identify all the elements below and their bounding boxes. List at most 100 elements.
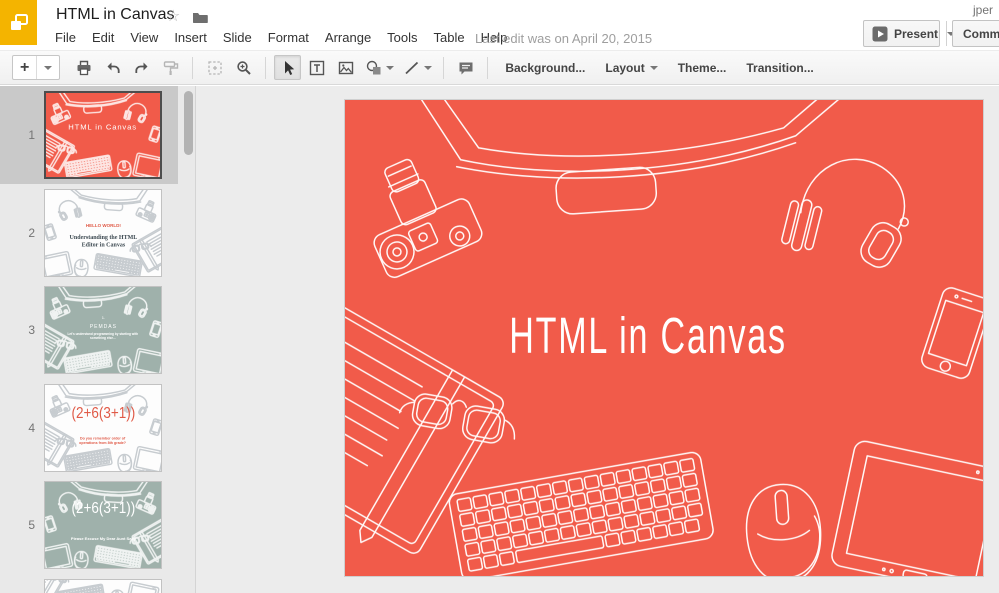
redo-icon [135,62,148,73]
slide-thumbnail-row-2[interactable]: 2 HELLO WORLD! Understanding the HTML Ed… [0,184,178,282]
menu-item-tools[interactable]: Tools [379,28,425,48]
slides-logo[interactable] [0,0,37,45]
print-icon [77,60,91,75]
select-tool-button[interactable] [274,55,302,80]
present-button-group: Present [863,20,956,47]
new-slide-button[interactable]: + [13,56,36,79]
comments-label: Comments [963,26,999,41]
slide-title[interactable]: HTML in Canvas [509,308,787,364]
text-box-button[interactable] [303,55,330,80]
menu-item-arrange[interactable]: Arrange [317,28,379,48]
comments-button[interactable]: Comments [952,20,999,47]
transition-button[interactable]: Transition... [736,55,823,80]
cursor-arrow-icon [284,60,295,75]
undo-icon [107,62,120,73]
chevron-down-icon [423,65,432,70]
print-button[interactable] [70,55,97,80]
desk-line-art [45,482,161,568]
slide-6-thumbnail[interactable] [44,579,162,593]
theme-label: Theme... [677,60,727,75]
chevron-down-icon [385,65,394,70]
paint-roller-icon [163,60,179,75]
shape-icon [366,60,381,74]
thumb-heading: (2+6(3+1)) [71,404,135,423]
present-label: Present [894,26,939,41]
toolbar-separator [265,56,267,79]
slides-logo-glyph [10,13,28,30]
menu-item-insert[interactable]: Insert [166,28,215,48]
slide-thumbnail-row-6[interactable]: 6 [0,574,178,593]
slide-filmstrip: 1 HTML in Canvas 2 HELLO WORLD! Understa… [0,86,196,593]
menu-item-slide[interactable]: Slide [215,28,260,48]
slide-number: 1 [28,128,35,142]
toolbar-separator [443,56,445,79]
chevron-down-icon [649,65,658,70]
slide-number: 2 [28,226,35,240]
new-slide-button-group: + [12,55,61,80]
thumb-title: HTML in Canvas [68,123,138,132]
slide-artwork: HTML in Canvas [345,100,983,576]
folder-icon[interactable] [192,11,208,24]
slide-number: 4 [28,421,35,435]
insert-image-button[interactable] [332,55,359,80]
document-title[interactable]: HTML in Canvas [56,6,175,24]
menu-item-edit[interactable]: Edit [84,28,122,48]
background-label: Background... [505,60,586,75]
slide-thumbnail-row-5[interactable]: 5 (2+6(3+1)) Please Excuse My Dear Aunt … [0,476,178,574]
slide-5-thumbnail[interactable]: (2+6(3+1)) Please Excuse My Dear Aunt Sa… [44,481,162,569]
zoom-button[interactable] [230,55,257,80]
menu-item-format[interactable]: Format [260,28,317,48]
menu-item-view[interactable]: View [122,28,166,48]
slide-1-thumbnail[interactable]: HTML in Canvas [44,91,162,179]
desk-line-art [45,580,160,593]
transition-label: Transition... [746,60,814,75]
slide-thumbnail-row-3[interactable]: 3 1. PEMDAS Let's understand programming… [0,281,178,379]
slide-canvas-area: HTML in Canvas [197,86,999,593]
comment-icon [459,62,473,74]
thumb-heading: (2+6(3+1)) [71,499,135,518]
last-edit-status[interactable]: Last edit was on April 20, 2015 [475,31,652,46]
slide-editor-canvas[interactable]: HTML in Canvas [344,99,984,577]
thumb-body: Please Excuse My Dear Aunt Sally [70,536,136,541]
insert-shape-button[interactable] [361,55,397,80]
redo-button[interactable] [128,55,155,80]
star-icon[interactable]: ☆ [166,6,180,26]
toolbar-separator [192,56,194,79]
line-icon [405,61,418,74]
zoom-fit-icon [208,60,222,75]
undo-button[interactable] [99,55,126,80]
image-icon [338,61,354,74]
layout-button[interactable]: Layout [595,55,667,80]
insert-line-button[interactable] [399,55,435,80]
magnifier-icon [237,60,251,75]
edit-toolbar: + Background... Layout Theme... Transiti… [0,50,999,85]
slide-4-thumbnail[interactable]: (2+6(3+1)) Do you remember order of oper… [44,384,162,472]
menu-item-table[interactable]: Table [426,28,473,48]
plus-icon: + [20,58,30,76]
toolbar-separator [487,56,489,79]
google-slides-window: HTML in Canvas ☆ File Edit View Insert Slide… [0,0,999,593]
new-slide-dropdown[interactable] [36,56,59,79]
filmstrip-scrollbar[interactable] [184,91,193,155]
desk-line-art [45,385,161,471]
present-button[interactable]: Present [864,21,946,46]
thumb-body: Let's understand programming by starting… [67,332,139,340]
zoom-fit-button[interactable] [201,55,228,80]
slide-thumbnail-row-4[interactable]: 4 (2+6(3+1)) Do you remember order of op… [0,379,178,477]
menu-item-file[interactable]: File [47,28,84,48]
slide-2-thumbnail[interactable]: HELLO WORLD! Understanding the HTML Edit… [44,189,162,277]
theme-button[interactable]: Theme... [668,55,737,80]
slide-number: 5 [28,518,35,532]
present-play-icon [872,26,888,41]
menu-bar: File Edit View Insert Slide Format Arrange Tool… [47,28,515,48]
background-button[interactable]: Background... [495,55,595,80]
thumb-body: Do you remember order of operations from… [79,436,127,445]
slide-number: 3 [28,323,35,337]
slide-thumbnail-row-1[interactable]: 1 HTML in Canvas [0,86,178,184]
insert-comment-button[interactable] [452,55,479,80]
slide-3-thumbnail[interactable]: 1. PEMDAS Let's understand programming b… [44,286,162,374]
paint-format-button[interactable] [157,55,184,80]
desk-line-art [46,93,160,177]
chevron-down-icon [44,65,53,70]
layout-label: Layout [605,60,645,75]
